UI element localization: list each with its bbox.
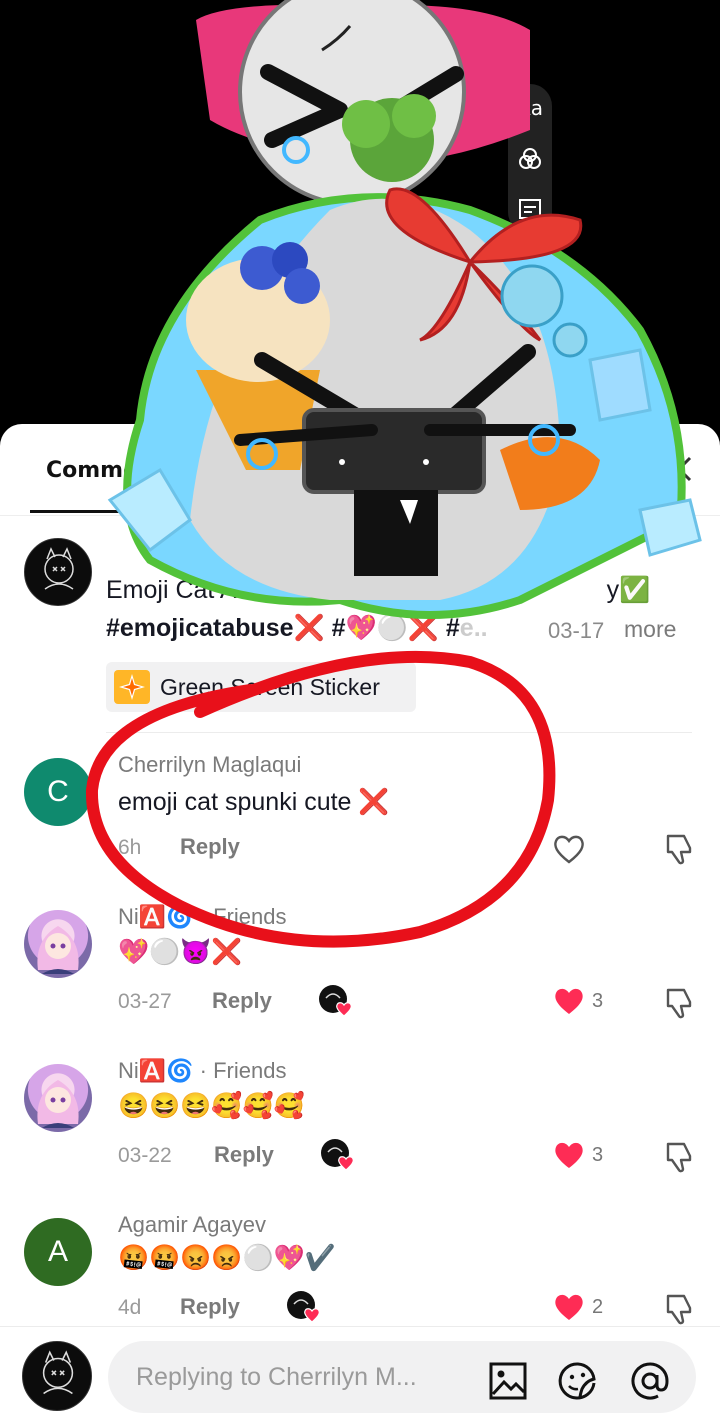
like-count: 2 [592,1296,604,1318]
sparkle-icon [114,670,150,704]
reply-button[interactable]: Reply [180,834,240,860]
image-icon[interactable] [488,1361,528,1401]
dislike-icon[interactable] [662,986,696,1020]
comment-text: 🤬🤬😡😡⚪💖✔️ [118,1244,336,1272]
creator-liked-badge [320,1138,354,1172]
avatar[interactable]: C [24,758,92,826]
comment-username[interactable]: Ni🅰️🌀 · Friends [118,1058,286,1084]
caption-icon[interactable] [508,198,552,225]
creator-liked-badge [286,1290,320,1324]
comment-text: emoji cat spunki cute ❌ [118,788,390,816]
creator-liked-badge [318,984,352,1018]
post-caption-line1: Emoji Cat Ab 💖⚪❌ #e y✅ [106,576,651,604]
comment-username[interactable]: Ni🅰️🌀 · Friends [118,904,286,930]
mention-icon[interactable] [630,1361,670,1401]
text-tool-icon[interactable]: Aa [508,96,552,120]
like-count: 3 [592,1144,604,1166]
avatar[interactable] [24,1064,92,1132]
like-count: 3 [592,990,604,1012]
dislike-icon[interactable] [662,1292,696,1326]
avatar[interactable] [24,910,92,978]
comment-time: 03-27 [118,990,172,1013]
avatar[interactable]: A [24,1218,92,1286]
sticker-label: Green Screen Sticker [160,674,380,700]
creator-avatar[interactable] [24,538,92,606]
comment-time: 6h [118,836,142,859]
comment-input[interactable]: Replying to Cherrilyn M... [108,1341,696,1413]
heart-filled-icon[interactable] [552,986,588,1018]
post-date: 03-17 [548,618,605,643]
reply-button[interactable]: Reply [180,1294,240,1320]
reply-button[interactable]: Reply [214,1142,274,1168]
heart-filled-icon[interactable] [552,1140,588,1172]
sticker-emoji-icon[interactable] [558,1361,598,1401]
reply-button[interactable]: Reply [212,988,272,1014]
sheet-header: Commen [0,424,720,516]
input-placeholder: Replying to Cherrilyn M... [136,1363,417,1391]
effects-icon[interactable] [508,146,552,177]
comments-sheet: Commen Emoji Cat Ab 💖⚪❌ #e y✅ #emojicatabu… [0,424,720,1420]
close-icon[interactable] [660,450,698,488]
tab-comments[interactable]: Commen [46,458,154,483]
more-link[interactable]: more [624,616,676,643]
comment-text: 💖⚪👿❌ [118,938,243,966]
tab-underline [30,510,190,513]
video-toolbar: Aa [508,84,552,234]
divider [106,732,692,733]
sticker-chip[interactable]: Green Screen Sticker [106,662,416,712]
comment-username[interactable]: Cherrilyn Maglaqui [118,752,301,778]
comment-time: 4d [118,1296,142,1319]
dislike-icon[interactable] [662,1140,696,1174]
video-player[interactable]: Aa [0,0,720,460]
comment-time: 03-22 [118,1144,172,1167]
comment-text: 😆😆😆🥰🥰🥰 [118,1092,305,1120]
heart-filled-icon[interactable] [552,1292,588,1324]
comment-input-bar: Replying to Cherrilyn M... [0,1326,720,1420]
comment-username[interactable]: Agamir Agayev [118,1212,266,1238]
my-avatar [22,1341,92,1411]
post-caption-line2: #emojicatabuse❌ #💖⚪❌ #e.. [106,614,488,642]
dislike-icon[interactable] [662,832,696,866]
heart-outline-icon[interactable] [552,834,588,866]
